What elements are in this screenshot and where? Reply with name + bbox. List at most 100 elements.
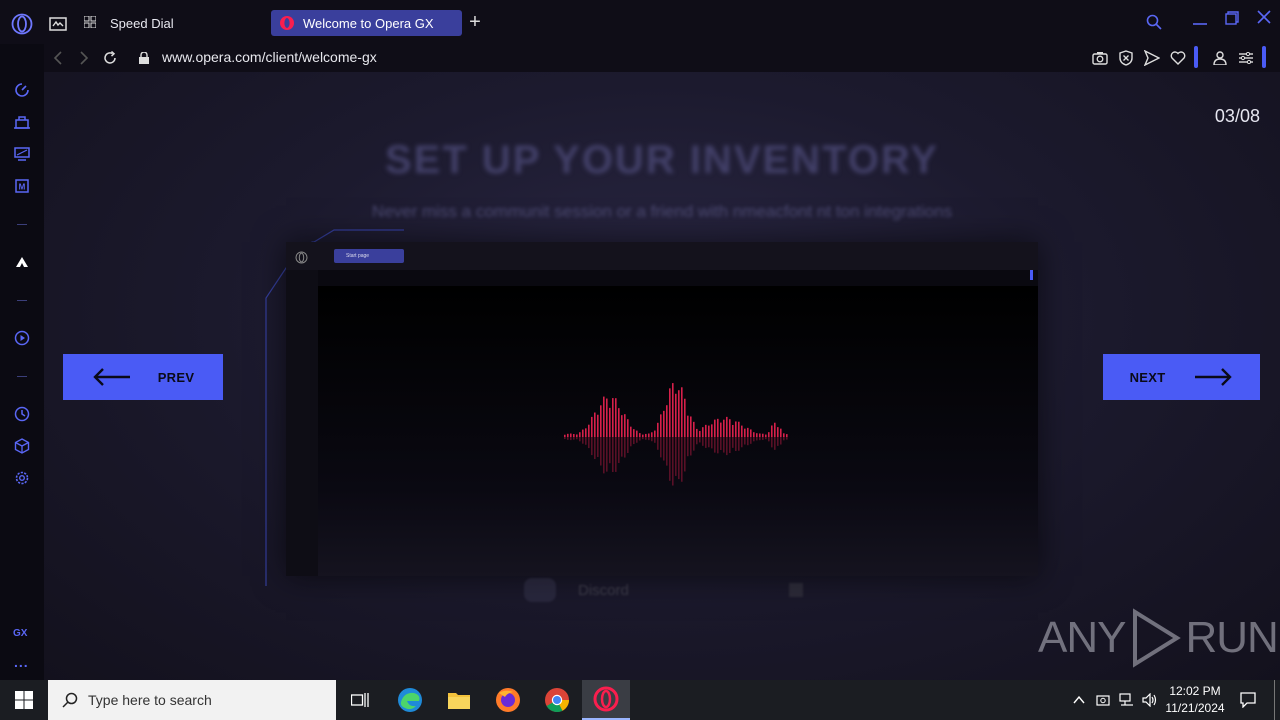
restore-icon[interactable] xyxy=(1222,8,1242,28)
waveform-bar xyxy=(762,433,764,437)
waveform-reflection xyxy=(636,437,638,443)
waveform-reflection xyxy=(672,437,674,486)
sidebar-divider xyxy=(17,300,27,301)
waveform-bar xyxy=(741,425,743,437)
chrome-icon[interactable] xyxy=(533,680,581,720)
waveform-reflection xyxy=(567,437,569,440)
clock[interactable]: 12:02 PM 11/21/2024 xyxy=(1160,683,1230,717)
waveform-bar xyxy=(735,421,737,437)
opera-gx-logo-icon[interactable] xyxy=(10,12,34,36)
chevron-up-icon[interactable] xyxy=(1070,690,1088,710)
waveform-bar xyxy=(630,426,632,437)
easy-setup-icon[interactable] xyxy=(1236,48,1256,68)
sidebar-divider xyxy=(17,224,27,225)
tab-label: Speed Dial xyxy=(110,15,174,31)
waveform-reflection xyxy=(765,437,767,440)
tab-welcome-opera-gx[interactable]: Welcome to Opera GX xyxy=(271,10,462,36)
waveform-reflection xyxy=(582,437,584,444)
lock-icon xyxy=(136,49,152,67)
sidebar-more-button[interactable]: ... xyxy=(14,654,29,670)
waveform-reflection xyxy=(756,437,758,441)
show-desktop-button[interactable] xyxy=(1274,680,1275,720)
waveform-reflection xyxy=(645,437,647,440)
task-view-icon[interactable] xyxy=(336,680,384,720)
notifications-icon[interactable] xyxy=(1238,690,1258,710)
waveform-bar xyxy=(756,433,758,437)
waveform-bar xyxy=(594,412,596,437)
waveform-bar xyxy=(765,434,767,437)
waveform-reflection xyxy=(621,437,623,457)
extensions-icon[interactable] xyxy=(12,436,32,456)
waveform-reflection xyxy=(630,437,632,447)
waveform-bar xyxy=(768,432,770,437)
reload-icon[interactable] xyxy=(100,48,120,68)
volume-icon[interactable] xyxy=(1141,690,1159,710)
file-explorer-icon[interactable] xyxy=(435,680,483,720)
profile-icon[interactable] xyxy=(1210,48,1230,68)
adblock-shield-icon[interactable] xyxy=(1116,48,1136,68)
speed-dial-grid-icon xyxy=(84,16,98,30)
waveform-reflection xyxy=(597,437,599,458)
waveform-bar xyxy=(690,416,692,437)
waveform-reflection xyxy=(705,437,707,448)
send-flow-icon[interactable] xyxy=(1142,48,1162,68)
minimize-icon[interactable] xyxy=(1190,10,1210,30)
opera-gx-icon[interactable] xyxy=(582,680,630,720)
waveform-bar xyxy=(618,408,620,437)
forward-icon[interactable] xyxy=(74,48,94,68)
player-icon[interactable] xyxy=(12,328,32,348)
start-windows-icon[interactable] xyxy=(0,680,48,720)
waveform-reflection xyxy=(684,437,686,472)
waveform-bar xyxy=(780,428,782,437)
network-icon[interactable] xyxy=(1118,690,1136,710)
waveform-reflection xyxy=(639,437,641,441)
svg-text:M: M xyxy=(19,183,26,192)
edge-icon[interactable] xyxy=(386,680,434,720)
waveform-reflection xyxy=(717,437,719,454)
twitch-icon[interactable] xyxy=(12,252,32,272)
firefox-icon[interactable] xyxy=(484,680,532,720)
waveform-bar xyxy=(621,415,623,437)
back-icon[interactable] xyxy=(48,48,68,68)
next-button[interactable]: NEXT xyxy=(1103,354,1260,400)
history-icon[interactable] xyxy=(12,404,32,424)
waveform-bar xyxy=(582,429,584,437)
waveform-reflection xyxy=(780,437,782,445)
prev-button[interactable]: PREV xyxy=(63,354,223,400)
waveform-bar xyxy=(738,421,740,437)
monitor-icon[interactable] xyxy=(12,144,32,164)
speed-dial-icon[interactable] xyxy=(12,80,32,100)
waveform-bar xyxy=(717,418,719,437)
waveform-reflection xyxy=(714,437,716,453)
waveform-bar xyxy=(669,388,671,437)
waveform-reflection xyxy=(702,437,704,446)
browser-window: Speed Dial Welcome to Opera GX + www.ope… xyxy=(0,0,1280,680)
shop-icon[interactable] xyxy=(12,112,32,132)
waveform-reflection xyxy=(588,437,590,449)
search-tabs-icon[interactable] xyxy=(1144,12,1164,32)
waveform-reflection xyxy=(603,437,605,474)
tab-speed-dial[interactable]: Speed Dial xyxy=(80,10,260,36)
gx-corner-label[interactable]: GX xyxy=(13,628,27,639)
new-tab-plus-icon[interactable]: + xyxy=(466,11,484,33)
close-window-icon[interactable] xyxy=(1254,7,1274,27)
waveform-bar xyxy=(726,416,728,437)
counter-total: 08 xyxy=(1239,106,1260,126)
waveform-reflection xyxy=(774,437,776,450)
settings-gear-icon[interactable] xyxy=(12,468,32,488)
waveform-bar xyxy=(684,398,686,437)
url-field[interactable]: www.opera.com/client/welcome-gx xyxy=(162,49,377,65)
waveform-bar xyxy=(606,398,608,437)
waveform-bar xyxy=(672,383,674,437)
bookmark-heart-icon[interactable] xyxy=(1168,48,1188,68)
security-tray-icon[interactable] xyxy=(1094,690,1112,710)
waveform-bar xyxy=(591,416,593,437)
waveform-bar xyxy=(750,429,752,437)
sidebar-toggle-bar[interactable] xyxy=(1262,46,1266,68)
waveform-reflection xyxy=(570,437,572,441)
memory-icon[interactable]: M xyxy=(12,176,32,196)
workspaces-icon[interactable] xyxy=(46,12,70,36)
taskbar-search-box[interactable]: Type here to search xyxy=(48,680,336,720)
tab-bar: Speed Dial Welcome to Opera GX + xyxy=(0,0,1280,44)
snapshot-camera-icon[interactable] xyxy=(1090,48,1110,68)
